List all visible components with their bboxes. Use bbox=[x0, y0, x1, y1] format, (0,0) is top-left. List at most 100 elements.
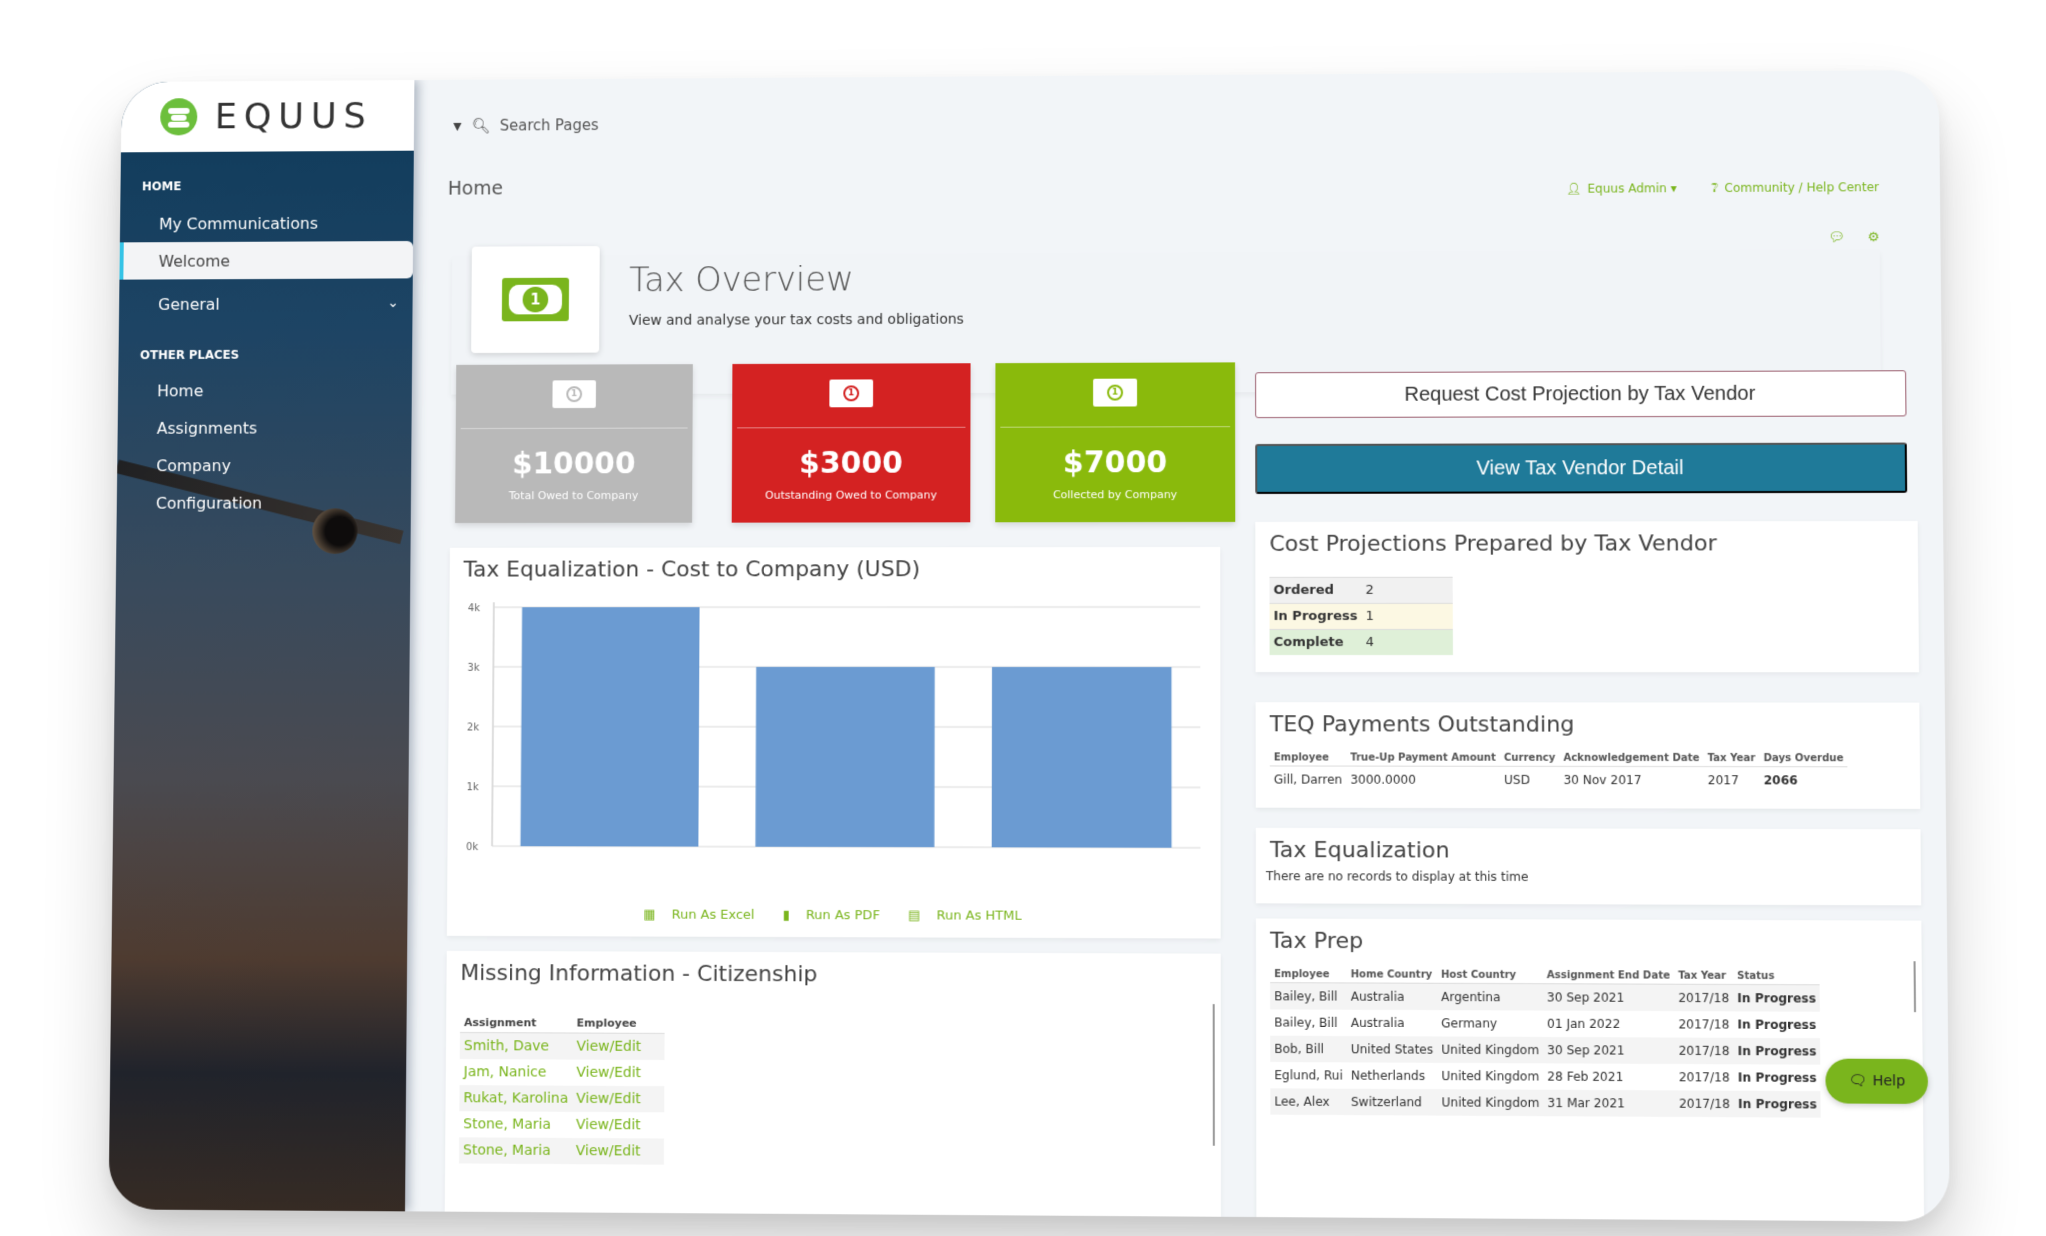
logo[interactable]: EQUUS bbox=[120, 80, 415, 153]
currency-cell: USD bbox=[1504, 772, 1531, 788]
sidebar-item-label: Configuration bbox=[155, 493, 263, 513]
view-edit-link[interactable]: View/Edit bbox=[572, 1085, 665, 1113]
sidebar-item-general[interactable]: General ⌄ bbox=[119, 284, 413, 323]
run-as-pdf-link[interactable]: ▮ Run As PDF bbox=[777, 908, 886, 923]
kpi-collected[interactable]: 1 $7000 Collected by Company bbox=[995, 362, 1236, 523]
view-edit-link[interactable]: View/Edit bbox=[572, 1112, 665, 1139]
tax-year-cell: 2017/18 bbox=[1674, 1090, 1735, 1118]
nav-section-other-places: OTHER PLACES bbox=[139, 347, 240, 363]
column-header[interactable]: Home Country bbox=[1346, 967, 1437, 984]
kpi-outstanding-owed[interactable]: 1 $3000 Outstanding Owed to Company bbox=[731, 363, 971, 523]
home-country-cell: United States bbox=[1346, 1036, 1438, 1063]
view-edit-link[interactable]: View/Edit bbox=[572, 1060, 665, 1087]
scrollbar[interactable] bbox=[1212, 1004, 1215, 1146]
column-header[interactable]: Employee bbox=[1269, 750, 1347, 767]
comment-icon[interactable]: 💬︎ bbox=[1829, 230, 1846, 245]
table-row[interactable]: Complete 4 bbox=[1269, 629, 1453, 656]
help-center-link[interactable]: ❔︎ Community / Help Center bbox=[1711, 180, 1879, 196]
panel-title: Cost Projections Prepared by Tax Vendor bbox=[1269, 531, 1717, 557]
table-row[interactable]: In Progress 1 bbox=[1269, 603, 1453, 630]
breadcrumb[interactable]: Home bbox=[448, 178, 503, 200]
column-header[interactable]: Days Overdue bbox=[1759, 751, 1848, 767]
assignment-link[interactable]: Stone, Maria bbox=[458, 1137, 572, 1165]
assignment-link[interactable]: Smith, Dave bbox=[459, 1032, 573, 1060]
column-header[interactable]: Assignment bbox=[459, 1012, 573, 1034]
brand-name: EQUUS bbox=[214, 95, 373, 137]
view-edit-link[interactable]: View/Edit bbox=[571, 1137, 665, 1165]
sidebar-item-label: Company bbox=[156, 455, 231, 475]
table-row[interactable]: Ordered 2 bbox=[1269, 577, 1453, 604]
employee-link[interactable]: Eglund, Rui bbox=[1270, 1062, 1347, 1089]
chat-bubble-icon: 🗨︎ bbox=[1848, 1072, 1867, 1090]
run-as-excel-link[interactable]: ▦ Run As Excel bbox=[637, 907, 760, 922]
status-count: 2 bbox=[1361, 577, 1453, 604]
sidebar-item-company[interactable]: Company bbox=[117, 446, 411, 484]
missing-information-table: Assignment Employee Smith, Dave View/Edit… bbox=[458, 1012, 666, 1165]
end-date-cell: 31 Mar 2021 bbox=[1543, 1089, 1676, 1117]
table-row: Bailey, Bill Australia Germany 01 Jan 2022 2… bbox=[1270, 1009, 1820, 1038]
days-overdue-cell: 2066 bbox=[1763, 773, 1798, 788]
tax-equalization-chart-panel: Tax Equalization - Cost to Company (USD)… bbox=[446, 546, 1221, 939]
column-header[interactable]: Assignment End Date bbox=[1542, 967, 1675, 985]
chevron-down-icon[interactable]: ⌄ bbox=[387, 295, 399, 311]
gear-icon[interactable]: ⚙ bbox=[1868, 230, 1880, 245]
kpi-label: Total Owed to Company bbox=[508, 489, 639, 503]
run-links: ▦ Run As Excel ▮ Run As PDF ▤ Run As HTM… bbox=[447, 907, 1221, 925]
y-axis-line bbox=[492, 602, 494, 846]
scrollbar[interactable] bbox=[1913, 961, 1917, 1013]
sidebar-item-home[interactable]: Home bbox=[118, 371, 412, 409]
search-pages[interactable]: ▼ 🔍︎ Search Pages bbox=[453, 116, 598, 135]
column-header[interactable]: Tax Year bbox=[1674, 968, 1734, 985]
tax-year-cell: 2017/18 bbox=[1678, 1070, 1730, 1085]
end-date-cell: 01 Jan 2022 bbox=[1547, 1016, 1621, 1032]
sidebar-item-label: Welcome bbox=[158, 251, 231, 271]
table-row: Jam, Nanice View/Edit bbox=[460, 1059, 665, 1086]
caret-down-icon[interactable]: ▼ bbox=[453, 119, 461, 132]
request-cost-projection-button[interactable]: Request Cost Projection by Tax Vendor bbox=[1255, 370, 1907, 419]
table-row: Eglund, Rui Netherlands United Kingdom 28 F… bbox=[1270, 1062, 1821, 1091]
user-menu[interactable]: 👤︎ Equus Admin ▾ bbox=[1566, 181, 1677, 197]
kpi-label: Outstanding Owed to Company bbox=[765, 488, 937, 502]
tax-year-cell: 2017/18 bbox=[1674, 1037, 1734, 1065]
column-header[interactable]: Employee bbox=[1270, 966, 1347, 983]
sidebar-item-label: General bbox=[158, 294, 220, 314]
column-header[interactable]: Host Country bbox=[1436, 967, 1543, 984]
assignment-link[interactable]: Jam, Nanice bbox=[460, 1059, 573, 1086]
view-edit-link[interactable]: View/Edit bbox=[572, 1033, 666, 1061]
status-cell: In Progress bbox=[1737, 1017, 1817, 1033]
run-as-html-link[interactable]: ▤ Run As HTML bbox=[902, 908, 1028, 923]
sidebar-item-configuration[interactable]: Configuration bbox=[117, 484, 411, 522]
column-header[interactable]: Currency bbox=[1499, 750, 1560, 767]
divider bbox=[737, 426, 966, 429]
view-tax-vendor-detail-button[interactable]: View Tax Vendor Detail bbox=[1255, 442, 1908, 494]
employee-link[interactable]: Gill, Darren bbox=[1270, 766, 1347, 793]
status-label: Ordered bbox=[1269, 577, 1362, 604]
search-icon: 🔍︎ bbox=[471, 116, 491, 135]
sidebar-item-assignments[interactable]: Assignments bbox=[117, 408, 411, 446]
help-button[interactable]: 🗨︎ Help bbox=[1825, 1058, 1929, 1104]
help-label: Help bbox=[1872, 1073, 1906, 1090]
tax-prep-panel: Tax Prep Employee Home Country Host Coun… bbox=[1255, 918, 1925, 1222]
column-header[interactable]: True-Up Payment Amount bbox=[1346, 750, 1500, 767]
column-header[interactable]: Employee bbox=[572, 1013, 666, 1034]
table-row: Bob, Bill United States United Kingdom 30 S… bbox=[1270, 1035, 1821, 1065]
table-row: Stone, Maria View/Edit bbox=[459, 1111, 664, 1138]
employee-link[interactable]: Bailey, Bill bbox=[1270, 1009, 1347, 1036]
table-row: Stone, Maria View/Edit bbox=[458, 1137, 665, 1165]
employee-link[interactable]: Lee, Alex bbox=[1270, 1088, 1347, 1116]
page-title: Tax Overview bbox=[629, 259, 854, 301]
assignment-link[interactable]: Stone, Maria bbox=[459, 1111, 572, 1138]
employee-link[interactable]: Bob, Bill bbox=[1270, 1035, 1347, 1063]
column-header[interactable]: Status bbox=[1733, 968, 1821, 985]
status-cell: In Progress bbox=[1737, 1070, 1817, 1086]
assignment-link[interactable]: Rukat, Karolina bbox=[459, 1085, 573, 1112]
cost-projections-panel: Cost Projections Prepared by Tax Vendor … bbox=[1255, 520, 1920, 673]
kpi-amount: $3000 bbox=[799, 445, 903, 481]
sidebar-item-my-communications[interactable]: My Communications bbox=[120, 204, 414, 243]
column-header[interactable]: Tax Year bbox=[1703, 750, 1760, 767]
column-header[interactable]: Acknowledgement Date bbox=[1559, 750, 1704, 767]
divider bbox=[1000, 426, 1231, 428]
kpi-total-owed[interactable]: 1 $10000 Total Owed to Company bbox=[455, 364, 693, 524]
sidebar-item-welcome[interactable]: Welcome bbox=[119, 241, 414, 280]
employee-link[interactable]: Bailey, Bill bbox=[1270, 982, 1347, 1010]
